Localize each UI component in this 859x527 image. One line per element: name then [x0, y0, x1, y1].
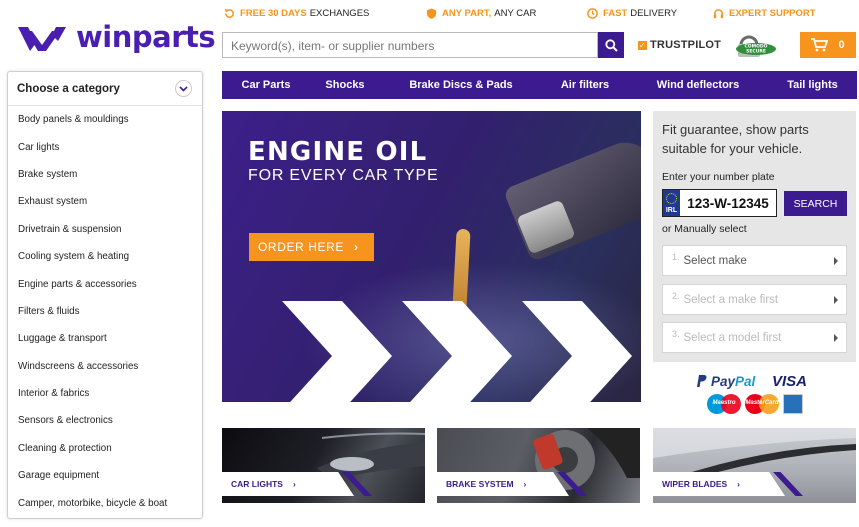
sidebar-item-engine-parts[interactable]: Engine parts & accessories — [8, 270, 202, 297]
number-plate-input[interactable]: IRL 123-W-12345 — [662, 189, 777, 217]
chevron-arrows-graphic — [282, 301, 632, 402]
usp-bar: FREE 30 DAYS EXCHANGES ANY PART, ANY CAR… — [224, 8, 844, 22]
category-sidebar: Choose a category Body panels & moulding… — [7, 71, 203, 519]
tile-car-lights[interactable]: CAR LIGHTS › — [222, 428, 425, 503]
sidebar-item-drivetrain[interactable]: Drivetrain & suspension — [8, 216, 202, 243]
logo[interactable]: winparts — [16, 20, 216, 54]
select-type[interactable]: 3. Select a model first — [662, 322, 847, 353]
nav-tail-lights[interactable]: Tail lights — [768, 71, 857, 99]
visa-logo: VISA — [772, 373, 808, 390]
manual-select-label: or Manually select — [662, 223, 747, 235]
select-make[interactable]: 1. Select make — [662, 245, 847, 276]
select-model[interactable]: 2. Select a make first — [662, 284, 847, 315]
eu-flag-icon: IRL — [663, 190, 680, 216]
sidebar-item-cleaning[interactable]: Cleaning & protection — [8, 435, 202, 462]
tile-wiper-blades[interactable]: WIPER BLADES › — [653, 428, 856, 503]
usp-expert-support: EXPERT SUPPORT — [713, 8, 819, 19]
category-list: Body panels & mouldings Car lights Brake… — [8, 106, 202, 517]
usp-any-part: ANY PART, ANY CAR — [426, 8, 536, 19]
chevron-right-icon: › — [354, 240, 359, 254]
sidebar-item-filters[interactable]: Filters & fluids — [8, 298, 202, 325]
tile-brake-system[interactable]: BRAKE SYSTEM › — [437, 428, 640, 503]
nav-brake-discs[interactable]: Brake Discs & Pads — [380, 71, 542, 99]
winparts-logo-icon — [18, 27, 66, 51]
banner-subtitle: FOR EVERY CAR TYPE — [248, 167, 439, 184]
sidebar-item-body-panels[interactable]: Body panels & mouldings — [8, 106, 202, 133]
sidebar-item-camper[interactable]: Camper, motorbike, bicycle & boat — [8, 489, 202, 516]
secure-seal-icon[interactable]: COMODO SECURE — [731, 31, 779, 59]
main-nav: Car Parts Shocks Brake Discs & Pads Air … — [222, 71, 857, 99]
plate-value: 123-W-12345 — [687, 195, 769, 211]
shield-icon — [426, 8, 437, 19]
cart-button[interactable]: 0 — [800, 32, 856, 58]
cart-count: 0 — [838, 39, 845, 51]
mastercard-logo: MasterCard — [745, 394, 779, 414]
plate-label: Enter your number plate — [662, 171, 775, 183]
caret-right-icon — [834, 334, 838, 342]
sidebar-item-brake-system[interactable]: Brake system — [8, 161, 202, 188]
paypal-icon — [697, 375, 707, 387]
hero-banner[interactable]: ENGINE OIL FOR EVERY CAR TYPE ORDER HERE… — [222, 111, 641, 402]
sidebar-header[interactable]: Choose a category — [8, 72, 202, 106]
trustpilot-badge[interactable]: ✓ TRUSTPILOT — [638, 39, 721, 51]
check-icon: ✓ — [638, 40, 647, 50]
chevron-right-icon: › — [292, 479, 296, 489]
sidebar-item-interior[interactable]: Interior & fabrics — [8, 380, 202, 407]
sidebar-item-exhaust-system[interactable]: Exhaust system — [8, 188, 202, 215]
brand-name: winparts — [76, 20, 216, 54]
sidebar-item-cooling[interactable]: Cooling system & heating — [8, 243, 202, 270]
paypal-logo: Pay Pal — [697, 374, 755, 389]
sidebar-item-luggage[interactable]: Luggage & transport — [8, 325, 202, 352]
nav-car-parts[interactable]: Car Parts — [222, 71, 310, 99]
plate-search-button[interactable]: SEARCH — [784, 191, 847, 216]
cart-icon — [811, 38, 829, 52]
caret-right-icon — [834, 296, 838, 304]
finder-title: Fit guarantee, show parts suitable for y… — [662, 122, 809, 156]
banner-title: ENGINE OIL — [248, 137, 428, 167]
nav-shocks[interactable]: Shocks — [310, 71, 380, 99]
search-button[interactable] — [598, 32, 624, 58]
nav-air-filters[interactable]: Air filters — [542, 71, 628, 99]
usp-fast-delivery: FAST DELIVERY — [587, 8, 677, 19]
chevron-right-icon: › — [523, 479, 527, 489]
sidebar-item-windscreens[interactable]: Windscreens & accessories — [8, 353, 202, 380]
search-icon — [604, 38, 618, 52]
chevron-down-icon[interactable] — [175, 80, 192, 97]
svg-text:SECURE: SECURE — [746, 49, 766, 55]
sidebar-item-sensors[interactable]: Sensors & electronics — [8, 407, 202, 434]
sidebar-item-car-lights[interactable]: Car lights — [8, 133, 202, 160]
chevron-right-icon: › — [737, 479, 741, 489]
exchange-icon — [224, 8, 234, 18]
oil-bottle-image — [502, 133, 641, 263]
vehicle-finder: Fit guarantee, show parts suitable for y… — [653, 111, 856, 362]
sidebar-item-garage[interactable]: Garage equipment — [8, 462, 202, 489]
search-input[interactable]: Keyword(s), item- or supplier numbers — [222, 32, 598, 58]
delivery-icon — [587, 8, 598, 19]
sidebar-title: Choose a category — [17, 82, 120, 95]
headset-icon — [713, 9, 724, 19]
nav-wind-deflectors[interactable]: Wind deflectors — [628, 71, 768, 99]
amex-logo — [783, 394, 803, 414]
usp-exchanges: FREE 30 DAYS EXCHANGES — [224, 8, 369, 19]
caret-right-icon — [834, 257, 838, 265]
order-here-button[interactable]: ORDER HERE › — [249, 233, 374, 261]
maestro-logo: Maestro — [707, 394, 741, 414]
